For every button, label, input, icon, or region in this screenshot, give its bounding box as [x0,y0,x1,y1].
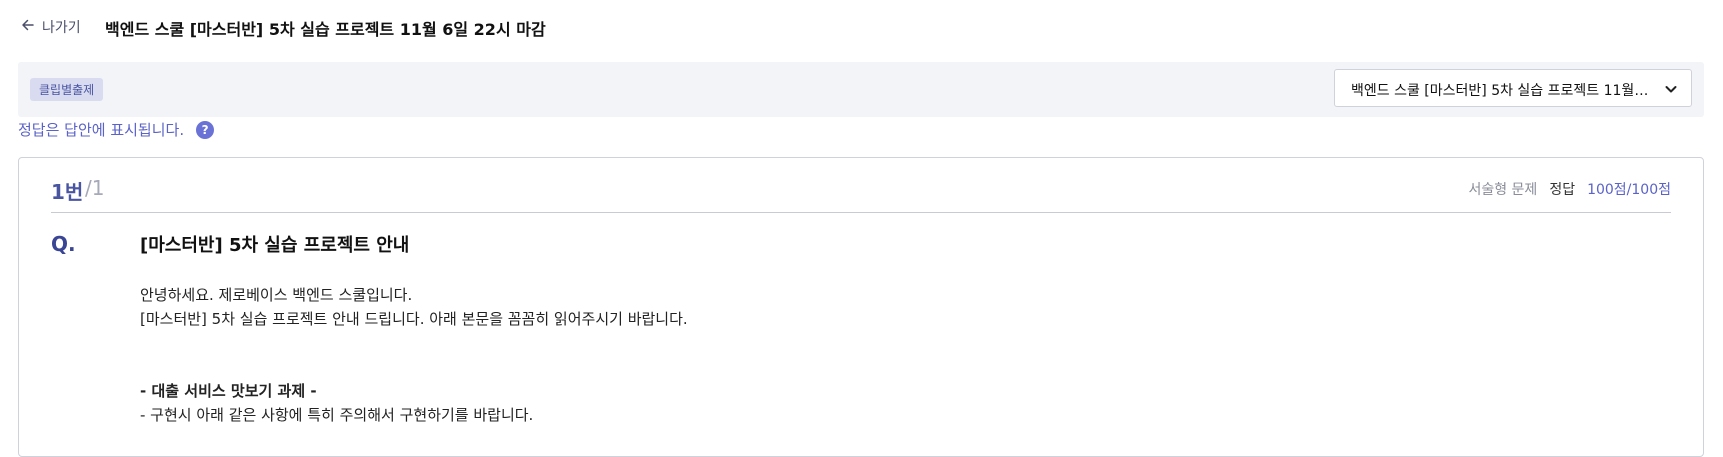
question-mode-tag: 클립별출제 [30,78,104,101]
question-total: /1 [85,176,105,200]
arrow-left-icon [20,17,36,37]
chevron-down-icon [1663,81,1679,97]
back-button[interactable]: 나가기 [20,17,81,37]
answer-notice: 정답은 답안에 표시됩니다. ? [18,119,215,140]
question-meta: 서술형 문제 정답 100점/100점 [1468,179,1671,199]
question-type: 서술형 문제 [1468,182,1538,198]
score-badge: 100점/100점 [1587,182,1671,198]
question-label: Q. [51,232,76,256]
exam-select[interactable]: 백엔드 스쿨 [마스터반] 5차 실습 프로젝트 11월 6… [1334,69,1692,107]
top-bar: 나가기 백엔드 스쿨 [마스터반] 5차 실습 프로젝트 11월 6일 22시 … [0,0,1723,56]
back-label: 나가기 [42,20,81,36]
body-line: [마스터반] 5차 실습 프로젝트 안내 드립니다. 아래 본문을 꼼꼼히 읽어… [140,310,688,328]
filter-bar: 클립별출제 백엔드 스쿨 [마스터반] 5차 실습 프로젝트 11월 6… [18,62,1704,117]
question-body: 안녕하세요. 제로베이스 백엔드 스쿨입니다. [마스터반] 5차 실습 프로젝… [140,283,688,427]
question-number: 1번 [51,180,84,204]
answer-notice-text: 정답은 답안에 표시됩니다. [18,121,185,139]
page-title: 백엔드 스쿨 [마스터반] 5차 실습 프로젝트 11월 6일 22시 마감 [105,20,546,39]
question-title: [마스터반] 5차 실습 프로젝트 안내 [140,235,410,256]
question-circle-icon[interactable]: ? [196,120,215,139]
exam-select-value: 백엔드 스쿨 [마스터반] 5차 실습 프로젝트 11월 6… [1351,83,1651,99]
section-heading: - 대출 서비스 맛보기 과제 - [140,382,317,400]
answer-label: 정답 [1549,182,1576,198]
body-line: - 구현시 아래 같은 사항에 특히 주의해서 구현하기를 바랍니다. [140,406,534,424]
body-line: 안녕하세요. 제로베이스 백엔드 스쿨입니다. [140,286,413,304]
question-card: 1번 /1 서술형 문제 정답 100점/100점 Q. [마스터반] 5차 실… [18,157,1704,457]
question-card-header: 1번 /1 서술형 문제 정답 100점/100점 [51,176,1671,213]
